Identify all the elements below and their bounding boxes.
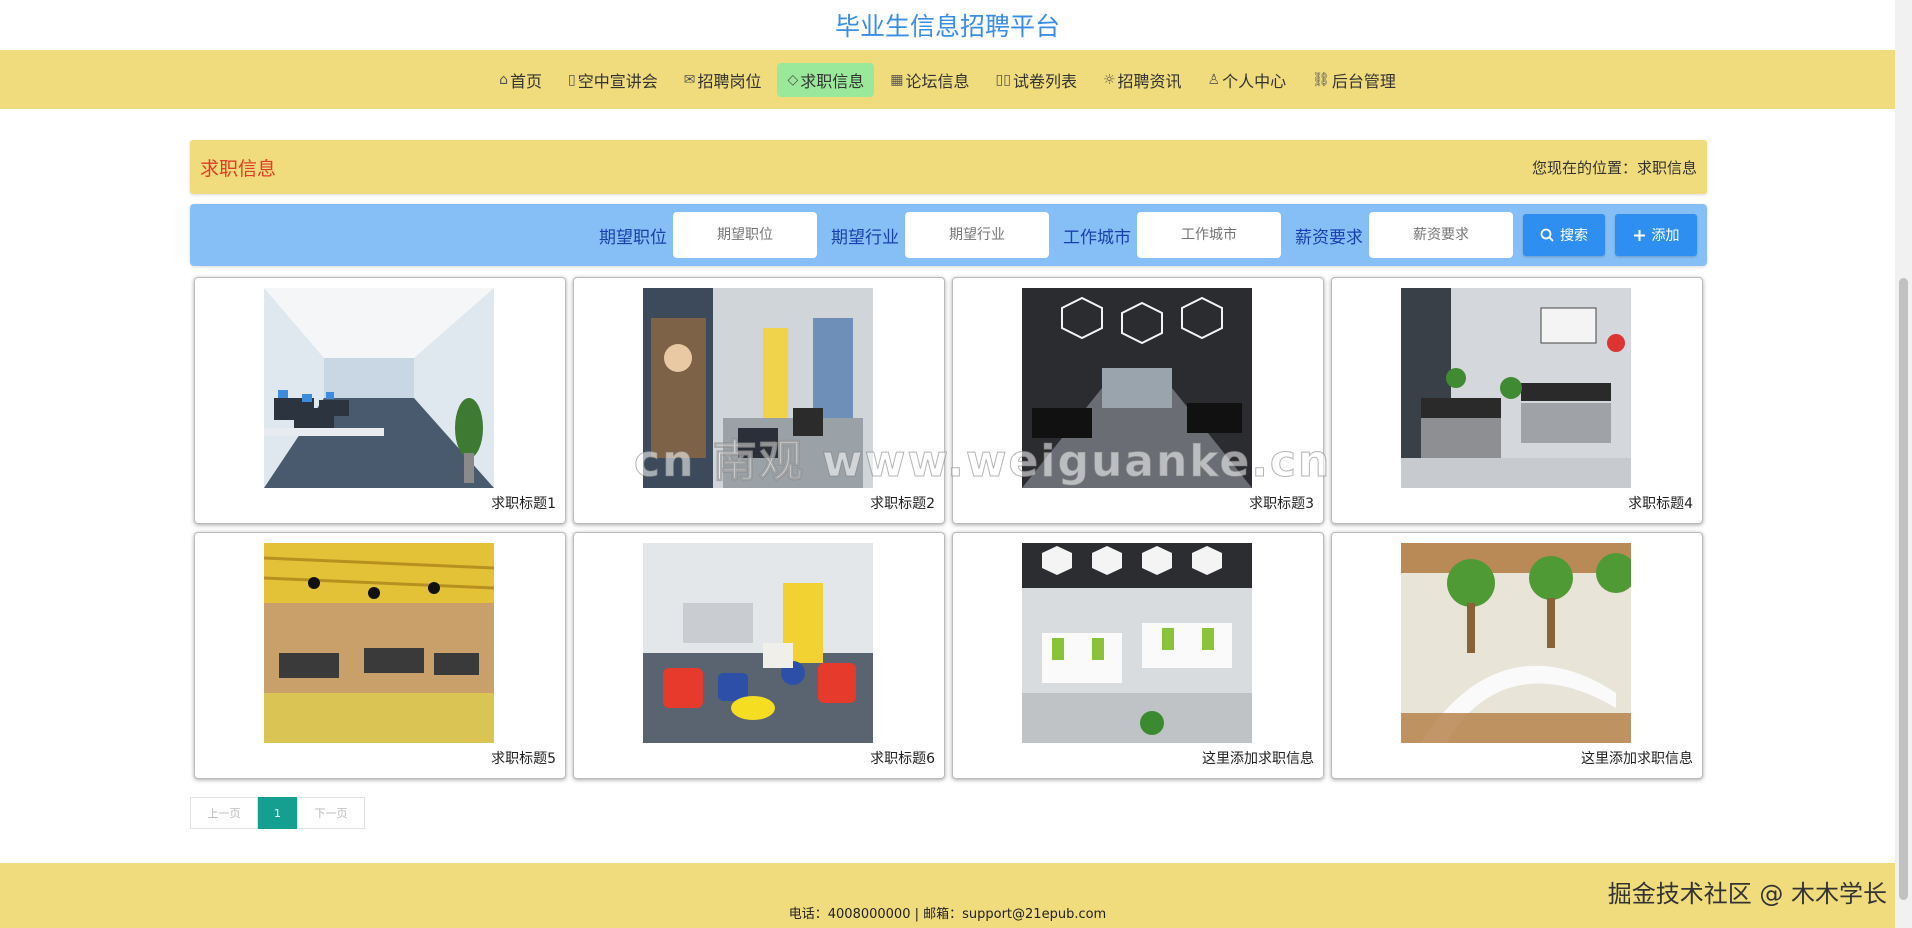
nav-item-8[interactable]: ⛓ 后台管理	[1302, 63, 1406, 97]
nav-item-label: 试卷列表	[1012, 71, 1077, 91]
office-photo[interactable]	[1401, 543, 1631, 743]
nav-item-3[interactable]: ◇ 求职信息	[777, 62, 875, 97]
nav-item-1[interactable]: ▯ 空中宣讲会	[558, 63, 668, 97]
position-input[interactable]	[673, 212, 817, 258]
nav-item-label: 招聘岗位	[697, 71, 762, 91]
card-caption[interactable]: 求职标题3	[1249, 493, 1314, 513]
breadcrumb-location: 您现在的位置：求职信息	[1531, 158, 1697, 177]
site-title: 毕业生信息招聘平台	[834, 12, 1060, 41]
search-bar: 期望职位 期望行业 工作城市 薪资要求 搜索 添加	[190, 204, 1707, 266]
nav-item-label: 后台管理	[1331, 71, 1396, 91]
corner-watermark: 掘金技术社区 @ 木木学长	[1607, 880, 1887, 908]
card-caption[interactable]: 求职标题1	[491, 493, 556, 513]
card-caption[interactable]: 求职标题4	[1628, 493, 1693, 513]
position-label: 期望职位	[599, 227, 667, 248]
card-caption[interactable]: 求职标题6	[870, 748, 935, 768]
nav-item-label: 个人中心	[1222, 71, 1287, 91]
user-icon: ♙	[1207, 71, 1221, 88]
job-seeker-card[interactable]: 求职标题4	[1331, 277, 1703, 524]
card-caption[interactable]: 这里添加求职信息	[1581, 748, 1693, 768]
nav-item-label: 首页	[509, 71, 542, 91]
office-photo[interactable]	[264, 288, 494, 488]
nav-item-0[interactable]: ⌂ 首页	[489, 63, 552, 97]
search-icon	[1540, 228, 1554, 242]
office-photo[interactable]	[643, 543, 873, 743]
job-seeker-card[interactable]: 这里添加求职信息	[1331, 532, 1703, 779]
nav-item-label: 求职信息	[800, 71, 865, 91]
nav-item-5[interactable]: ▯▯ 试卷列表	[986, 63, 1087, 97]
page-title: 求职信息	[200, 157, 277, 180]
book-icon: ▯▯	[995, 71, 1011, 88]
tag-icon: ◇	[787, 71, 799, 88]
job-seeker-card[interactable]: 求职标题2	[573, 277, 945, 524]
office-photo[interactable]	[1022, 543, 1252, 743]
mail-icon: ✉	[683, 71, 696, 88]
nav-item-2[interactable]: ✉ 招聘岗位	[674, 63, 772, 97]
prev-page-button[interactable]: 上一页	[190, 797, 258, 829]
card-caption[interactable]: 求职标题2	[870, 493, 935, 513]
office-photo[interactable]	[1022, 288, 1252, 488]
home-icon: ⌂	[499, 71, 508, 88]
city-label: 工作城市	[1063, 227, 1131, 248]
industry-input[interactable]	[905, 212, 1049, 258]
plus-icon	[1633, 229, 1645, 241]
office-photo[interactable]	[264, 543, 494, 743]
nav-item-label: 招聘资讯	[1117, 71, 1182, 91]
note-icon: ▯	[567, 71, 576, 88]
job-seeker-card[interactable]: 求职标题5	[194, 532, 566, 779]
card-caption[interactable]: 这里添加求职信息	[1202, 748, 1314, 768]
card-caption[interactable]: 求职标题5	[491, 748, 556, 768]
scrollbar-thumb[interactable]	[1899, 278, 1908, 900]
link-icon: ⛓	[1312, 71, 1330, 88]
search-button[interactable]: 搜索	[1523, 214, 1605, 256]
salary-label: 薪资要求	[1295, 227, 1363, 248]
breadcrumb-bar: 求职信息 您现在的位置：求职信息	[190, 140, 1707, 194]
job-seeker-card[interactable]: 求职标题1	[194, 277, 566, 524]
office-photo[interactable]	[1401, 288, 1631, 488]
city-input[interactable]	[1137, 212, 1281, 258]
salary-input[interactable]	[1369, 212, 1513, 258]
next-page-button[interactable]: 下一页	[297, 797, 365, 829]
pagination: 上一页 1 下一页	[190, 797, 365, 829]
page-1-button[interactable]: 1	[258, 797, 297, 829]
job-seeker-card[interactable]: 求职标题6	[573, 532, 945, 779]
grid-icon: ▦	[890, 71, 904, 88]
add-button-label: 添加	[1651, 228, 1680, 244]
job-seeker-card[interactable]: 这里添加求职信息	[952, 532, 1324, 779]
nav-item-7[interactable]: ♙ 个人中心	[1198, 63, 1297, 97]
nav-item-label: 论坛信息	[905, 71, 970, 91]
office-photo[interactable]	[643, 288, 873, 488]
job-seeker-card[interactable]: 求职标题3	[952, 277, 1324, 524]
industry-label: 期望行业	[831, 227, 899, 248]
nav-item-6[interactable]: ☼ 招聘资讯	[1093, 63, 1192, 97]
search-button-label: 搜索	[1560, 228, 1588, 244]
add-button[interactable]: 添加	[1615, 214, 1697, 256]
scrollbar[interactable]	[1895, 0, 1912, 928]
top-navbar: ⌂ 首页 ▯ 空中宣讲会 ✉ 招聘岗位 ◇ 求职信息 ▦ 论坛信息 ▯▯ 试卷列表 ☼ 招聘资讯 ♙ 个人中心…	[0, 50, 1895, 109]
nav-item-label: 空中宣讲会	[577, 71, 658, 91]
sun-icon: ☼	[1102, 71, 1116, 88]
nav-item-4[interactable]: ▦ 论坛信息	[880, 63, 979, 97]
job-seeker-grid: 求职标题1 求职标题2 求职标题3 求职标题4 求职标题5 求职标题6 这里添加…	[194, 277, 1703, 779]
